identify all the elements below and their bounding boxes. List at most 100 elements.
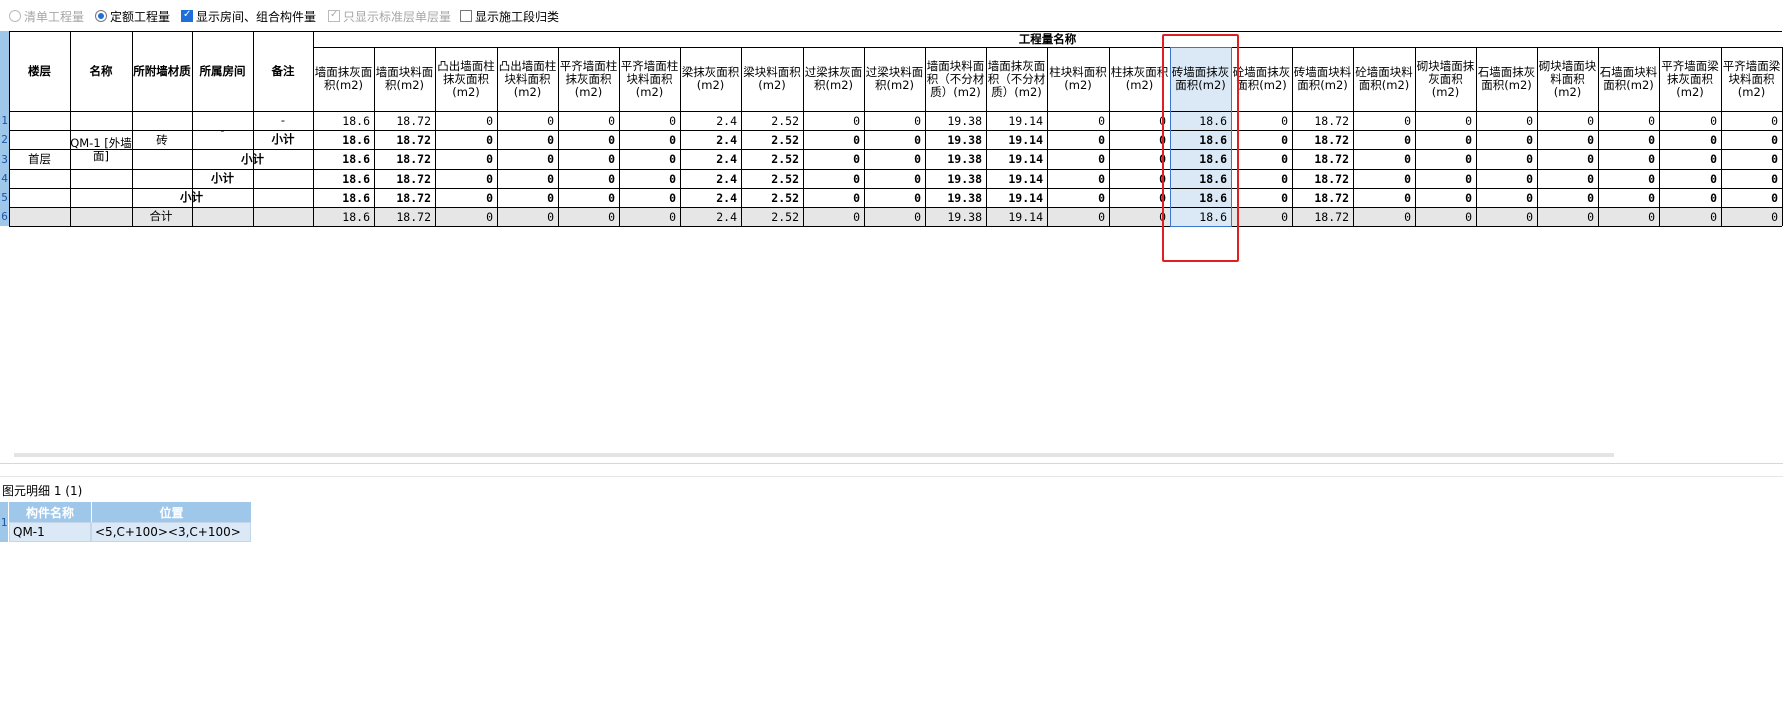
table-cell[interactable]: 18.72 [374, 130, 435, 149]
table-cell[interactable]: 2.4 [680, 149, 741, 169]
table-cell[interactable]: 0 [558, 111, 619, 130]
column-header[interactable]: 柱块料面积(m2) [1048, 48, 1108, 110]
table-cell[interactable]: 18.72 [1292, 169, 1353, 188]
table-cell[interactable]: 0 [1476, 169, 1537, 188]
column-header[interactable]: 墙面块料面积(m2) [375, 48, 434, 110]
header-floor[interactable]: 楼层 [9, 31, 70, 111]
column-header[interactable]: 石墙面块料面积(m2) [1599, 48, 1658, 110]
column-header[interactable]: 平齐墙面梁抹灰面积(m2) [1660, 48, 1720, 110]
table-cell[interactable]: 0 [1537, 188, 1598, 207]
table-cell[interactable]: 19.38 [925, 207, 986, 226]
table-cell[interactable]: 19.14 [986, 149, 1047, 169]
checkbox-icon[interactable] [181, 9, 193, 22]
option-checkbox-4[interactable]: 显示施工段归类 [460, 8, 559, 24]
table-cell[interactable]: 0 [1598, 149, 1659, 169]
table-cell[interactable]: 0 [619, 169, 680, 188]
table-cell[interactable]: 18.72 [1292, 111, 1353, 130]
table-cell[interactable]: 0 [1353, 130, 1415, 149]
table-cell[interactable]: 0 [435, 111, 497, 130]
table-cell[interactable]: 0 [803, 207, 864, 226]
table-cell[interactable]: 0 [619, 130, 680, 149]
table-cell[interactable]: 19.38 [925, 149, 986, 169]
table-cell[interactable]: 0 [1598, 169, 1659, 188]
row-number[interactable]: 3 [0, 149, 9, 169]
table-cell[interactable]: 0 [1047, 188, 1109, 207]
table-cell[interactable]: 0 [1109, 207, 1170, 226]
table-cell[interactable]: 0 [1721, 188, 1782, 207]
table-cell[interactable]: 0 [1415, 111, 1476, 130]
table-cell[interactable]: 18.6 [313, 111, 374, 130]
column-header[interactable]: 墙面抹灰面积(m2) [314, 48, 373, 110]
table-cell[interactable]: 0 [435, 130, 497, 149]
table-cell[interactable]: 18.6 [313, 169, 374, 188]
table-cell[interactable]: 19.14 [986, 188, 1047, 207]
table-cell[interactable]: 2.52 [741, 130, 803, 149]
table-cell[interactable]: 0 [435, 169, 497, 188]
table-cell[interactable]: 0 [803, 169, 864, 188]
table-cell[interactable]: 0 [803, 188, 864, 207]
table-cell[interactable]: 0 [864, 149, 925, 169]
table-cell[interactable]: 18.6 [1170, 169, 1231, 188]
table-cell[interactable]: 0 [1476, 149, 1537, 169]
table-cell[interactable]: 0 [1476, 130, 1537, 149]
table-cell[interactable]: 0 [1659, 111, 1721, 130]
row-number[interactable]: 1 [0, 111, 9, 130]
table-cell[interactable]: 0 [1353, 111, 1415, 130]
table-cell[interactable]: 2.4 [680, 111, 741, 130]
table-cell[interactable]: 0 [1598, 207, 1659, 226]
table-cell[interactable]: 19.38 [925, 188, 986, 207]
table-cell[interactable]: 19.38 [925, 111, 986, 130]
option-radio-0[interactable]: 清单工程量 [9, 8, 84, 24]
table-cell[interactable]: 0 [1231, 130, 1292, 149]
row-number[interactable]: 6 [0, 207, 9, 226]
header-material[interactable]: 所附墙材质 [132, 31, 192, 111]
table-cell[interactable]: 2.4 [680, 130, 741, 149]
table-cell[interactable]: 18.6 [313, 130, 374, 149]
header-remark[interactable]: 备注 [253, 31, 313, 111]
table-cell[interactable]: 0 [1476, 111, 1537, 130]
checkbox-icon[interactable] [328, 9, 340, 22]
table-cell[interactable]: 0 [1721, 111, 1782, 130]
table-cell[interactable]: 0 [1353, 188, 1415, 207]
table-cell[interactable]: 0 [1415, 149, 1476, 169]
table-cell[interactable]: 0 [1415, 169, 1476, 188]
table-cell[interactable]: 2.52 [741, 169, 803, 188]
table-cell[interactable]: 0 [1537, 169, 1598, 188]
table-cell[interactable]: 2.52 [741, 111, 803, 130]
table-cell[interactable]: 0 [1476, 188, 1537, 207]
table-cell[interactable]: 0 [1047, 130, 1109, 149]
table-cell[interactable]: 18.6 [1170, 188, 1231, 207]
table-cell[interactable]: 0 [1721, 169, 1782, 188]
table-cell[interactable]: 0 [558, 207, 619, 226]
table-cell[interactable]: 0 [803, 149, 864, 169]
table-cell[interactable]: 18.6 [313, 188, 374, 207]
detail-header-name[interactable]: 构件名称 [9, 502, 91, 522]
column-header[interactable]: 砌块墙面块料面积(m2) [1538, 48, 1597, 110]
detail-header-position[interactable]: 位置 [91, 502, 251, 522]
row-number[interactable]: 5 [0, 188, 9, 207]
column-header[interactable]: 石墙面抹灰面积(m2) [1477, 48, 1536, 110]
row-number[interactable]: 4 [0, 169, 9, 188]
table-cell[interactable]: 2.4 [680, 188, 741, 207]
table-cell[interactable]: 0 [497, 169, 558, 188]
table-cell[interactable]: 0 [497, 149, 558, 169]
table-cell[interactable]: 0 [803, 130, 864, 149]
table-cell[interactable]: 0 [1109, 130, 1170, 149]
table-cell[interactable]: 18.72 [374, 169, 435, 188]
table-cell[interactable]: 0 [1109, 169, 1170, 188]
table-cell[interactable]: 0 [558, 188, 619, 207]
table-cell[interactable]: 0 [1721, 207, 1782, 226]
table-cell[interactable]: 0 [1231, 188, 1292, 207]
table-cell[interactable]: 0 [1537, 207, 1598, 226]
table-cell[interactable]: 18.72 [1292, 149, 1353, 169]
cell-floor[interactable]: 首层 [9, 111, 70, 207]
table-cell[interactable]: 0 [558, 169, 619, 188]
table-cell[interactable]: 0 [1659, 207, 1721, 226]
panel-divider[interactable] [0, 463, 1783, 464]
column-header[interactable]: 梁抹灰面积(m2) [681, 48, 740, 110]
table-cell[interactable]: 0 [1537, 130, 1598, 149]
table-cell[interactable]: 0 [558, 149, 619, 169]
radio-icon[interactable] [9, 10, 21, 22]
table-cell[interactable]: 0 [435, 188, 497, 207]
column-header[interactable]: 柱抹灰面积(m2) [1110, 48, 1169, 110]
